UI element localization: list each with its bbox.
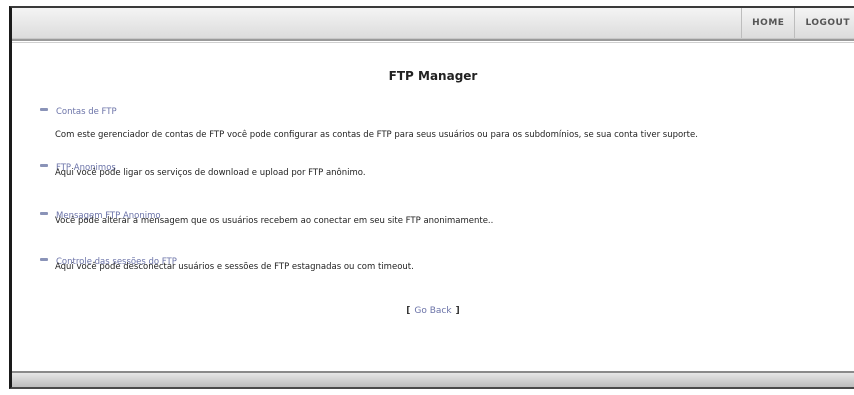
- go-back-bracket-close: ]: [455, 306, 460, 316]
- top-nav: HOME LOGOUT: [741, 8, 854, 38]
- menu-item-contas-ftp: Contas de FTP: [40, 99, 117, 118]
- go-back-row: [Go Back]: [12, 306, 854, 316]
- go-back-link[interactable]: Go Back: [414, 306, 451, 316]
- top-navigation-bar: HOME LOGOUT: [12, 8, 854, 39]
- contas-ftp-description: Com este gerenciador de contas de FTP vo…: [55, 130, 698, 140]
- page-title: FTP Manager: [388, 69, 478, 83]
- bullet-icon: [40, 258, 48, 261]
- home-button[interactable]: HOME: [741, 8, 794, 38]
- go-back-bracket-open: [: [406, 306, 411, 316]
- logout-button[interactable]: LOGOUT: [794, 8, 854, 38]
- controle-sessoes-description: Aqui você pode desconectar usuários e se…: [55, 262, 414, 272]
- browser-content-frame: HOME LOGOUT FTP Manager Contas de FTP Co…: [9, 6, 854, 389]
- header-divider: [12, 39, 854, 41]
- ftp-anonimos-description: Aqui você pode ligar os serviços de down…: [55, 168, 366, 178]
- footer-bar: [12, 371, 854, 387]
- contas-ftp-link[interactable]: Contas de FTP: [56, 107, 117, 117]
- header-divider-light: [12, 42, 854, 43]
- bullet-icon: [40, 212, 48, 215]
- bullet-icon: [40, 108, 48, 111]
- bullet-icon: [40, 164, 48, 167]
- mensagem-ftp-anonimo-description: Você pode alterar a mensagem que os usuá…: [55, 216, 494, 226]
